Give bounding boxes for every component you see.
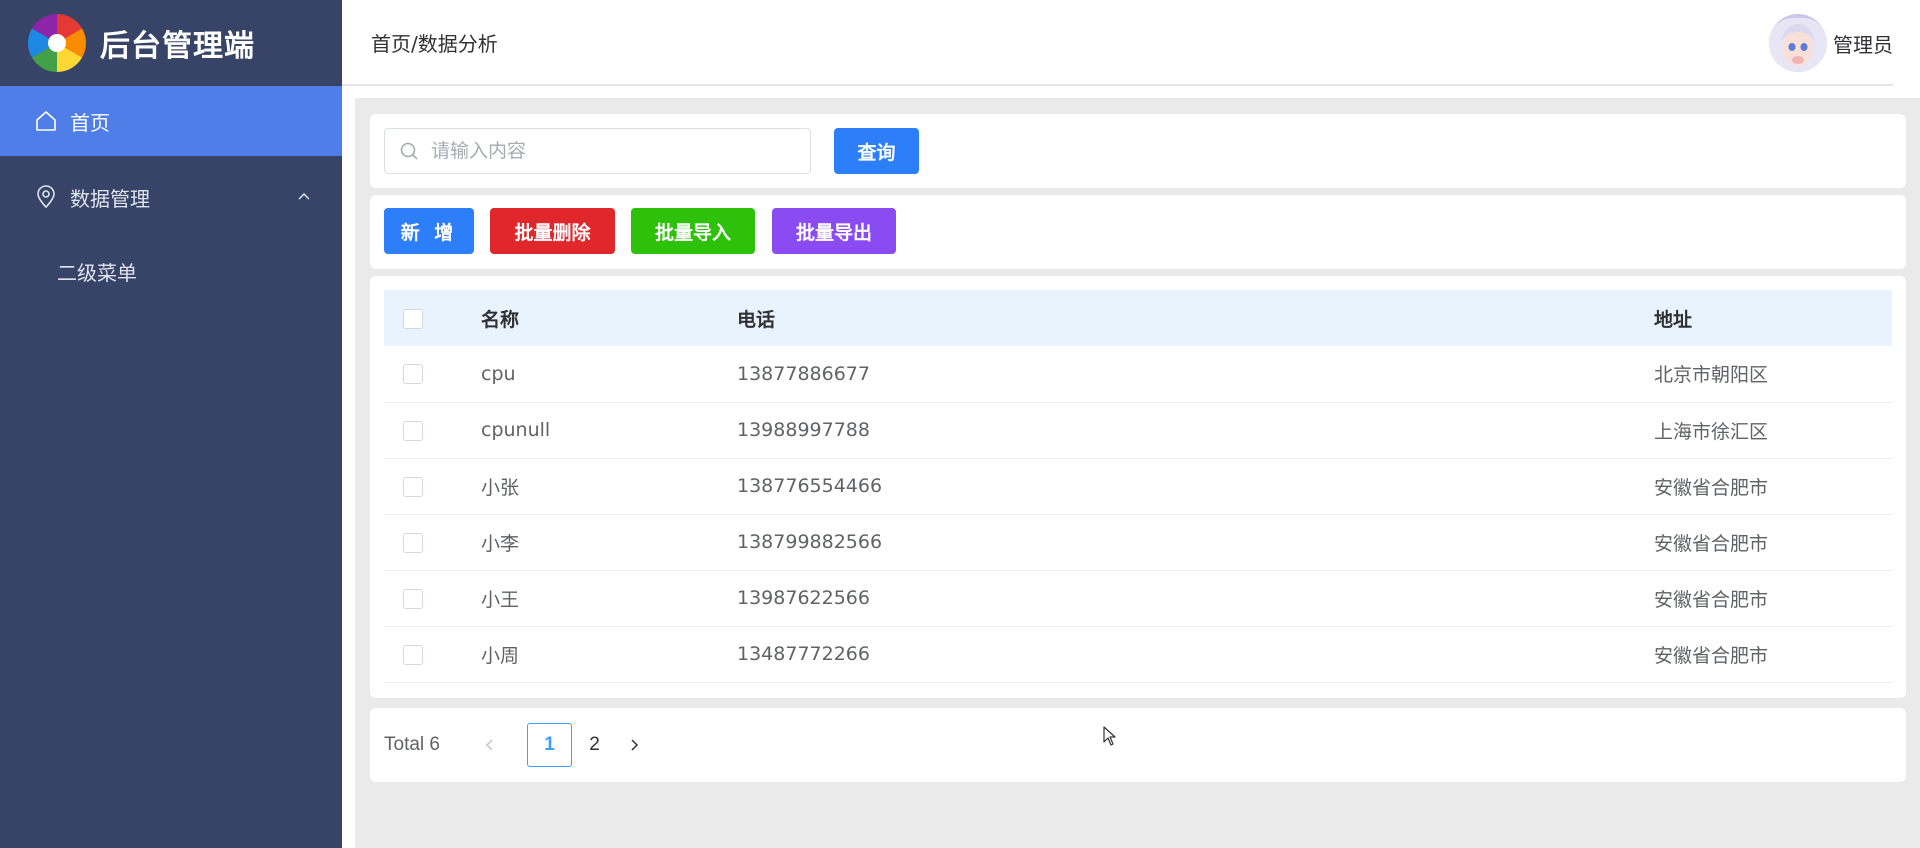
search-icon xyxy=(400,142,418,160)
cell-address: 北京市朝阳区 xyxy=(1654,364,1769,387)
home-icon xyxy=(36,111,56,131)
add-button[interactable]: 新 增 xyxy=(384,208,474,254)
mouse-cursor-icon xyxy=(1103,726,1116,746)
cell-address: 安徽省合肥市 xyxy=(1654,644,1769,667)
table-row[interactable]: 小周 13487772266 安徽省合肥市 xyxy=(384,626,1892,682)
cell-phone: 13987622566 xyxy=(737,587,870,609)
row-select-cell xyxy=(384,570,480,626)
cell-phone: 13877886677 xyxy=(737,362,870,385)
cell-phone: 138799882566 xyxy=(737,531,883,553)
cell-address: 安徽省合肥市 xyxy=(1654,532,1769,555)
table-row[interactable]: cpu 13877886677 北京市朝阳区 xyxy=(384,346,1892,402)
sidebar-item-data-management[interactable]: 数据管理 xyxy=(0,156,342,238)
column-header-address: 地址 xyxy=(1654,308,1693,331)
row-checkbox[interactable] xyxy=(403,364,423,385)
pagination-page-2[interactable]: 2 xyxy=(572,723,617,767)
data-table: 名称 电话 地址 cpu 13877886677 北京市朝阳区 cpunull … xyxy=(384,290,1892,683)
table-row[interactable]: 小王 13987622566 安徽省合肥市 xyxy=(384,570,1892,626)
chevron-left-icon xyxy=(485,739,493,751)
breadcrumb: 首页/数据分析 xyxy=(371,31,498,56)
row-select-cell xyxy=(384,402,480,458)
search-input[interactable] xyxy=(429,139,789,163)
header-select-all xyxy=(384,290,480,346)
avatar[interactable] xyxy=(1769,14,1827,72)
column-header-phone: 电话 xyxy=(737,308,776,331)
brand: 后台管理端 xyxy=(0,0,342,86)
batch-import-button[interactable]: 批量导入 xyxy=(631,208,755,254)
cell-address: 上海市徐汇区 xyxy=(1654,420,1769,443)
cell-name: 小王 xyxy=(481,588,520,611)
table-row[interactable]: 小张 138776554466 安徽省合肥市 xyxy=(384,458,1892,514)
table-row[interactable]: cpunull 13988997788 上海市徐汇区 xyxy=(384,402,1892,458)
sidebar-item-label: 数据管理 xyxy=(70,186,150,211)
cell-name: 小周 xyxy=(481,644,520,667)
chevron-up-icon xyxy=(298,192,310,200)
row-select-cell xyxy=(384,346,480,402)
table-card: 名称 电话 地址 cpu 13877886677 北京市朝阳区 cpunull … xyxy=(370,276,1906,698)
table-header-row: 名称 电话 地址 xyxy=(384,290,1892,346)
row-checkbox[interactable] xyxy=(403,644,423,665)
app-logo-icon xyxy=(28,14,86,72)
row-checkbox[interactable] xyxy=(403,420,423,441)
cell-name: 小张 xyxy=(481,476,520,499)
cell-name: cpunull xyxy=(481,419,551,441)
table-row[interactable]: 小李 138799882566 安徽省合肥市 xyxy=(384,514,1892,570)
row-checkbox[interactable] xyxy=(403,532,423,553)
cell-address: 安徽省合肥市 xyxy=(1654,476,1769,499)
chevron-right-icon xyxy=(631,739,639,751)
column-header-name: 名称 xyxy=(481,308,520,331)
cell-address: 安徽省合肥市 xyxy=(1654,588,1769,611)
cell-name: 小李 xyxy=(481,532,520,555)
location-icon xyxy=(37,185,55,209)
pagination-next-button[interactable] xyxy=(624,732,644,758)
query-button[interactable]: 查询 xyxy=(834,128,919,174)
pagination-prev-button[interactable] xyxy=(480,732,500,758)
pagination-card: Total 6 1 2 xyxy=(370,708,1906,782)
search-box[interactable] xyxy=(384,128,811,174)
row-select-cell xyxy=(384,514,480,570)
row-select-cell xyxy=(384,458,480,514)
cell-name: cpu xyxy=(481,362,516,385)
pagination-total: Total 6 xyxy=(384,734,440,755)
avatar-image-icon xyxy=(1769,14,1827,72)
row-checkbox[interactable] xyxy=(403,476,423,497)
sidebar-subitem-label: 二级菜单 xyxy=(57,260,137,285)
app-title: 后台管理端 xyxy=(100,29,255,64)
top-header: 首页/数据分析 管理员 xyxy=(342,0,1893,86)
row-select-cell xyxy=(384,626,480,682)
sidebar-item-home[interactable]: 首页 xyxy=(0,86,342,156)
search-card: 查询 xyxy=(370,114,1906,188)
select-all-checkbox[interactable] xyxy=(403,308,423,329)
cell-phone: 13487772266 xyxy=(737,643,870,665)
cell-phone: 138776554466 xyxy=(737,475,883,497)
batch-delete-button[interactable]: 批量删除 xyxy=(490,208,615,254)
user-menu[interactable]: 管理员 xyxy=(1769,14,1893,72)
main-content: 查询 新 增 批量删除 批量导入 批量导出 名称 电话 地址 xyxy=(355,98,1920,848)
batch-export-button[interactable]: 批量导出 xyxy=(772,208,896,254)
user-name: 管理员 xyxy=(1833,32,1893,57)
row-checkbox[interactable] xyxy=(403,588,423,609)
sidebar-item-label: 首页 xyxy=(70,110,110,135)
sidebar: 后台管理端 首页 数据管理 二级菜单 xyxy=(0,0,342,848)
actions-card: 新 增 批量删除 批量导入 批量导出 xyxy=(370,195,1906,269)
cell-phone: 13988997788 xyxy=(737,419,870,441)
sidebar-subitem-secondary-menu[interactable]: 二级菜单 xyxy=(0,238,342,304)
pagination-page-1[interactable]: 1 xyxy=(527,723,572,767)
